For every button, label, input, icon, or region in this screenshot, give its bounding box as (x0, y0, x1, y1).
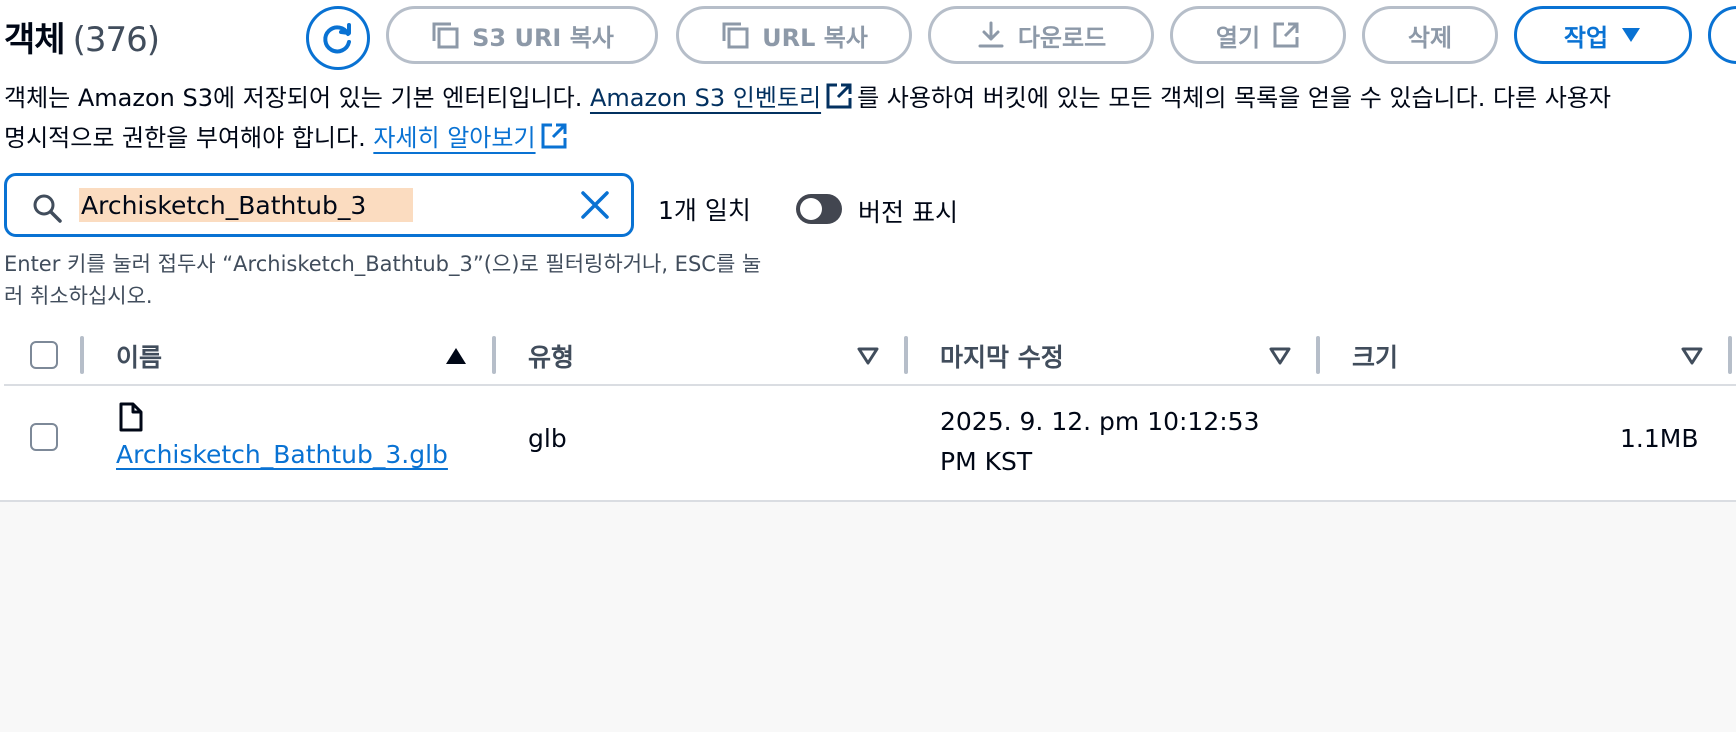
objects-description: 객체는 Amazon S3에 저장되어 있는 기본 엔터티입니다. Amazon… (4, 78, 1736, 158)
refresh-icon (323, 23, 351, 54)
open-button[interactable]: 열기 (1170, 6, 1346, 64)
delete-label: 삭제 (1407, 23, 1453, 52)
column-header-size[interactable]: 크기 (1352, 338, 1398, 374)
column-divider[interactable] (1316, 336, 1320, 374)
file-icon (119, 402, 143, 432)
copy-url-label: URL 복사 (762, 23, 868, 52)
copy-s3-uri-button[interactable]: S3 URI 복사 (386, 6, 658, 64)
copy-icon (722, 22, 749, 49)
search-hint: Enter 키를 눌러 접두사 “Archisketch_Bathtub_3”(… (4, 252, 762, 308)
caret-down-icon (1622, 28, 1641, 42)
delete-button[interactable]: 삭제 (1362, 6, 1498, 64)
object-type: glb (528, 424, 567, 453)
object-name-link[interactable]: Archisketch_Bathtub_3.glb (116, 440, 448, 469)
object-last-modified: 2025. 9. 12. pm 10:12:53 PM KST (940, 402, 1259, 482)
description-text-1: 객체는 Amazon S3에 저장되어 있는 기본 엔터티입니다. (4, 84, 590, 112)
external-link-icon (826, 83, 852, 109)
header-divider (4, 384, 1736, 386)
refresh-button[interactable] (306, 6, 370, 70)
column-header-last-modified[interactable]: 마지막 수정 (940, 338, 1064, 374)
download-icon (978, 21, 1004, 48)
close-icon[interactable] (579, 189, 611, 221)
page-background (0, 502, 1736, 732)
sort-ascending-icon[interactable] (444, 346, 468, 366)
object-count: (376) (72, 20, 160, 60)
copy-icon (432, 22, 459, 49)
download-label: 다운로드 (1017, 23, 1107, 52)
row-checkbox[interactable] (30, 423, 58, 451)
column-divider[interactable] (1728, 336, 1732, 374)
last-modified-zone: PM KST (940, 447, 1033, 476)
match-count: 1개 일치 (658, 196, 751, 225)
sort-icon[interactable] (1680, 346, 1704, 366)
page-title-text: 객체 (4, 20, 66, 60)
copy-url-button[interactable]: URL 복사 (676, 6, 912, 64)
external-link-icon (1273, 22, 1299, 48)
actions-dropdown-button[interactable]: 작업 (1514, 6, 1692, 64)
select-all-checkbox[interactable] (30, 341, 58, 369)
search-box[interactable] (4, 173, 634, 237)
toggle-knob (800, 198, 822, 220)
external-link-icon (541, 123, 567, 149)
download-button[interactable]: 다운로드 (928, 6, 1154, 64)
sort-icon[interactable] (1268, 346, 1292, 366)
version-toggle[interactable] (796, 194, 842, 224)
description-text-3: 명시적으로 권한을 부여해야 합니다. (4, 124, 374, 152)
column-header-name[interactable]: 이름 (116, 338, 162, 374)
column-divider (80, 336, 84, 374)
description-text-2: 를 사용하여 버킷에 있는 모든 객체의 목록을 얻을 수 있습니다. 다른 사… (857, 84, 1612, 112)
version-toggle-label: 버전 표시 (858, 198, 958, 227)
sort-icon[interactable] (856, 346, 880, 366)
copy-s3-uri-label: S3 URI 복사 (472, 23, 614, 52)
learn-more-link[interactable]: 자세히 알아보기 (373, 124, 535, 152)
column-divider[interactable] (904, 336, 908, 374)
column-header-type[interactable]: 유형 (528, 338, 574, 374)
s3-inventory-link[interactable]: Amazon S3 인벤토리 (590, 84, 821, 112)
open-label: 열기 (1215, 23, 1261, 52)
object-size: 1.1MB (1620, 424, 1699, 453)
column-divider[interactable] (492, 336, 496, 374)
last-modified-date: 2025. 9. 12. pm 10:12:53 (940, 407, 1260, 436)
search-input[interactable] (79, 188, 413, 222)
actions-label: 작업 (1563, 23, 1609, 52)
upload-button[interactable] (1708, 6, 1736, 64)
search-icon (33, 194, 62, 223)
page-title: 객체 (376) (4, 12, 160, 61)
